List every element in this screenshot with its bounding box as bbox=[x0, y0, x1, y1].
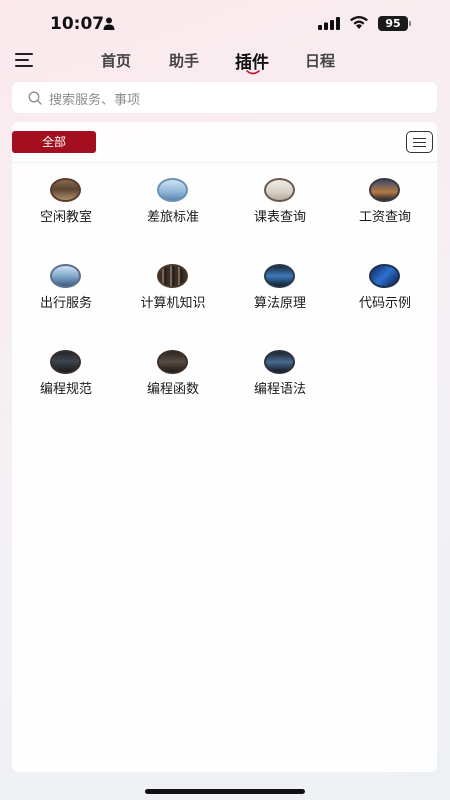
plugin-item[interactable]: 编程规范 bbox=[16, 350, 116, 410]
workstation-icon bbox=[157, 350, 188, 374]
plugin-item[interactable]: 课表查询 bbox=[230, 178, 330, 238]
divider bbox=[12, 162, 437, 163]
plugin-label: 编程函数 bbox=[146, 382, 199, 397]
tab-schedule[interactable]: 日程 bbox=[305, 50, 335, 71]
plugin-label: 差旅标准 bbox=[146, 210, 199, 225]
code-screen-icon bbox=[264, 350, 295, 374]
battery-tip bbox=[409, 21, 411, 26]
plugin-item[interactable]: 出行服务 bbox=[16, 264, 116, 324]
plugin-item[interactable]: 差旅标准 bbox=[123, 178, 223, 238]
plugin-item[interactable]: 代码示例 bbox=[335, 264, 435, 324]
home-indicator[interactable] bbox=[145, 789, 305, 794]
signal-icon bbox=[318, 17, 340, 30]
airplane-icon bbox=[157, 178, 188, 202]
plugin-label: 课表查询 bbox=[253, 210, 306, 225]
monitor-icon bbox=[50, 350, 81, 374]
plugin-item[interactable]: 编程语法 bbox=[230, 350, 330, 410]
top-tabs: 首页 助手 插件 日程 bbox=[0, 48, 450, 76]
classroom-icon bbox=[50, 178, 81, 202]
wifi-icon bbox=[350, 16, 368, 29]
person-icon bbox=[103, 17, 115, 30]
travel-icon bbox=[50, 264, 81, 288]
plugin-item[interactable]: 计算机知识 bbox=[123, 264, 223, 324]
plugin-label: 工资查询 bbox=[358, 210, 411, 225]
library-icon bbox=[157, 264, 188, 288]
search-input[interactable]: 搜索服务、事项 bbox=[49, 89, 140, 108]
plugin-label: 编程规范 bbox=[39, 382, 92, 397]
active-tab-indicator bbox=[246, 70, 260, 75]
tab-home[interactable]: 首页 bbox=[101, 50, 131, 71]
plugin-label: 计算机知识 bbox=[140, 296, 206, 311]
search-bar[interactable]: 搜索服务、事项 bbox=[12, 82, 437, 113]
server-icon bbox=[264, 264, 295, 288]
battery-icon: 95 bbox=[378, 16, 408, 31]
schedule-icon bbox=[264, 178, 295, 202]
plugin-item[interactable]: 空闲教室 bbox=[16, 178, 116, 238]
plugin-item[interactable]: 工资查询 bbox=[335, 178, 435, 238]
tab-assistant[interactable]: 助手 bbox=[169, 50, 199, 71]
plugin-label: 算法原理 bbox=[253, 296, 306, 311]
filter-all-button[interactable]: 全部 bbox=[12, 131, 96, 153]
plugin-label: 编程语法 bbox=[253, 382, 306, 397]
plugin-label: 代码示例 bbox=[358, 296, 411, 311]
plugin-panel: 全部 空闲教室 差旅标准 课表查询 工资查询 出行服务 计算机知识 算法原理 代… bbox=[12, 122, 437, 772]
plugin-label: 出行服务 bbox=[39, 296, 92, 311]
status-time: 10:07 bbox=[50, 14, 105, 34]
plugin-item[interactable]: 编程函数 bbox=[123, 350, 223, 410]
search-icon bbox=[28, 91, 42, 105]
plugin-item[interactable]: 算法原理 bbox=[230, 264, 330, 324]
status-bar: 10:07 95 bbox=[0, 0, 450, 46]
list-view-icon[interactable] bbox=[406, 131, 433, 153]
city-icon bbox=[369, 178, 400, 202]
battery-level: 95 bbox=[385, 17, 401, 30]
plugin-label: 空闲教室 bbox=[39, 210, 92, 225]
circuit-icon bbox=[369, 264, 400, 288]
